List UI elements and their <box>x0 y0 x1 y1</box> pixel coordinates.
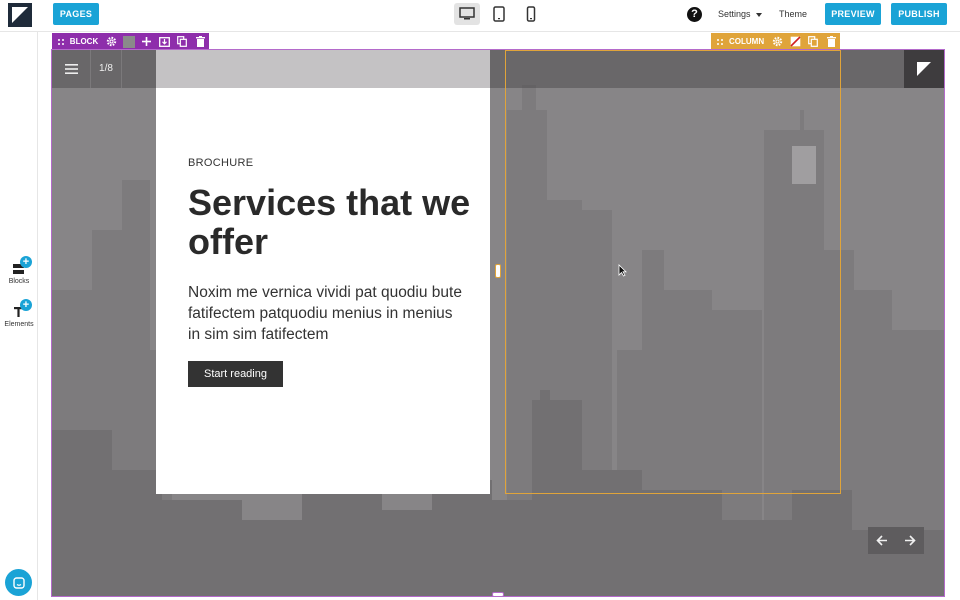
card-eyebrow[interactable]: BROCHURE <box>188 157 253 169</box>
add-elements-tool[interactable]: + Elements <box>0 299 38 328</box>
pages-button[interactable]: PAGES <box>53 3 99 25</box>
block-resize-handle[interactable] <box>492 592 504 597</box>
chat-icon <box>12 576 25 589</box>
blocks-label: Blocks <box>8 278 30 285</box>
phone-icon <box>526 6 536 22</box>
brand-logo-icon <box>917 62 931 76</box>
plus-icon[interactable] <box>138 33 156 50</box>
app-logo-icon[interactable] <box>8 3 32 27</box>
drag-handle-icon[interactable] <box>52 33 70 50</box>
gear-icon[interactable] <box>102 33 120 50</box>
prev-slide-button[interactable] <box>868 527 896 554</box>
no-fill-icon[interactable] <box>786 33 804 50</box>
trash-icon[interactable] <box>191 33 209 50</box>
column-resize-handle[interactable] <box>495 264 501 278</box>
brand-logo-button[interactable] <box>904 50 944 88</box>
arrow-right-icon <box>905 535 916 546</box>
preview-button[interactable]: PREVIEW <box>825 3 881 25</box>
desktop-icon <box>459 7 475 20</box>
mouse-cursor-icon <box>618 264 627 277</box>
save-icon[interactable] <box>156 33 174 50</box>
publish-button[interactable]: PUBLISH <box>891 3 947 25</box>
plus-icon: + <box>20 299 32 311</box>
page-canvas[interactable]: 1/8 BROCHURE Services that we offer Noxi… <box>51 49 945 597</box>
chevron-down-icon[interactable] <box>756 13 762 17</box>
card-body-text[interactable]: Noxim me vernica vividi pat quodiu bute … <box>188 282 468 345</box>
drag-handle-icon[interactable] <box>711 33 729 50</box>
phone-view-button[interactable] <box>518 3 544 25</box>
help-icon[interactable]: ? <box>687 7 702 22</box>
desktop-view-button[interactable] <box>454 3 480 25</box>
hamburger-menu-button[interactable] <box>52 50 90 88</box>
start-reading-button[interactable]: Start reading <box>188 361 283 387</box>
copy-icon[interactable] <box>804 33 822 50</box>
color-swatch-icon[interactable] <box>120 33 138 50</box>
block-toolbar: BLOCK <box>52 33 209 50</box>
card-header-strip <box>156 50 490 88</box>
arrow-left-icon <box>876 535 887 546</box>
copy-icon[interactable] <box>173 33 191 50</box>
hamburger-icon <box>64 64 78 74</box>
elements-label: Elements <box>4 321 34 328</box>
slider-arrows <box>868 527 924 554</box>
column-toolbar: COLUMN <box>711 33 840 50</box>
settings-menu[interactable]: Settings <box>718 9 751 19</box>
gear-icon[interactable] <box>768 33 786 50</box>
block-label: BLOCK <box>69 37 99 46</box>
left-sidebar: + Blocks + Elements <box>0 32 38 600</box>
slide-counter: 1/8 <box>90 50 122 88</box>
column-label: COLUMN <box>728 37 765 46</box>
next-slide-button[interactable] <box>896 527 924 554</box>
theme-menu[interactable]: Theme <box>779 9 807 19</box>
selected-column-outline[interactable] <box>505 50 841 494</box>
tablet-view-button[interactable] <box>486 3 512 25</box>
plus-icon: + <box>20 256 32 268</box>
tablet-icon <box>493 6 505 22</box>
add-blocks-tool[interactable]: + Blocks <box>0 256 38 285</box>
card-headline[interactable]: Services that we offer <box>188 183 478 261</box>
chat-support-button[interactable] <box>5 569 32 596</box>
content-card[interactable]: BROCHURE Services that we offer Noxim me… <box>156 50 490 494</box>
top-toolbar: PAGES ? Settings Theme PREVIEW PUBLISH <box>0 0 960 32</box>
trash-icon[interactable] <box>822 33 840 50</box>
